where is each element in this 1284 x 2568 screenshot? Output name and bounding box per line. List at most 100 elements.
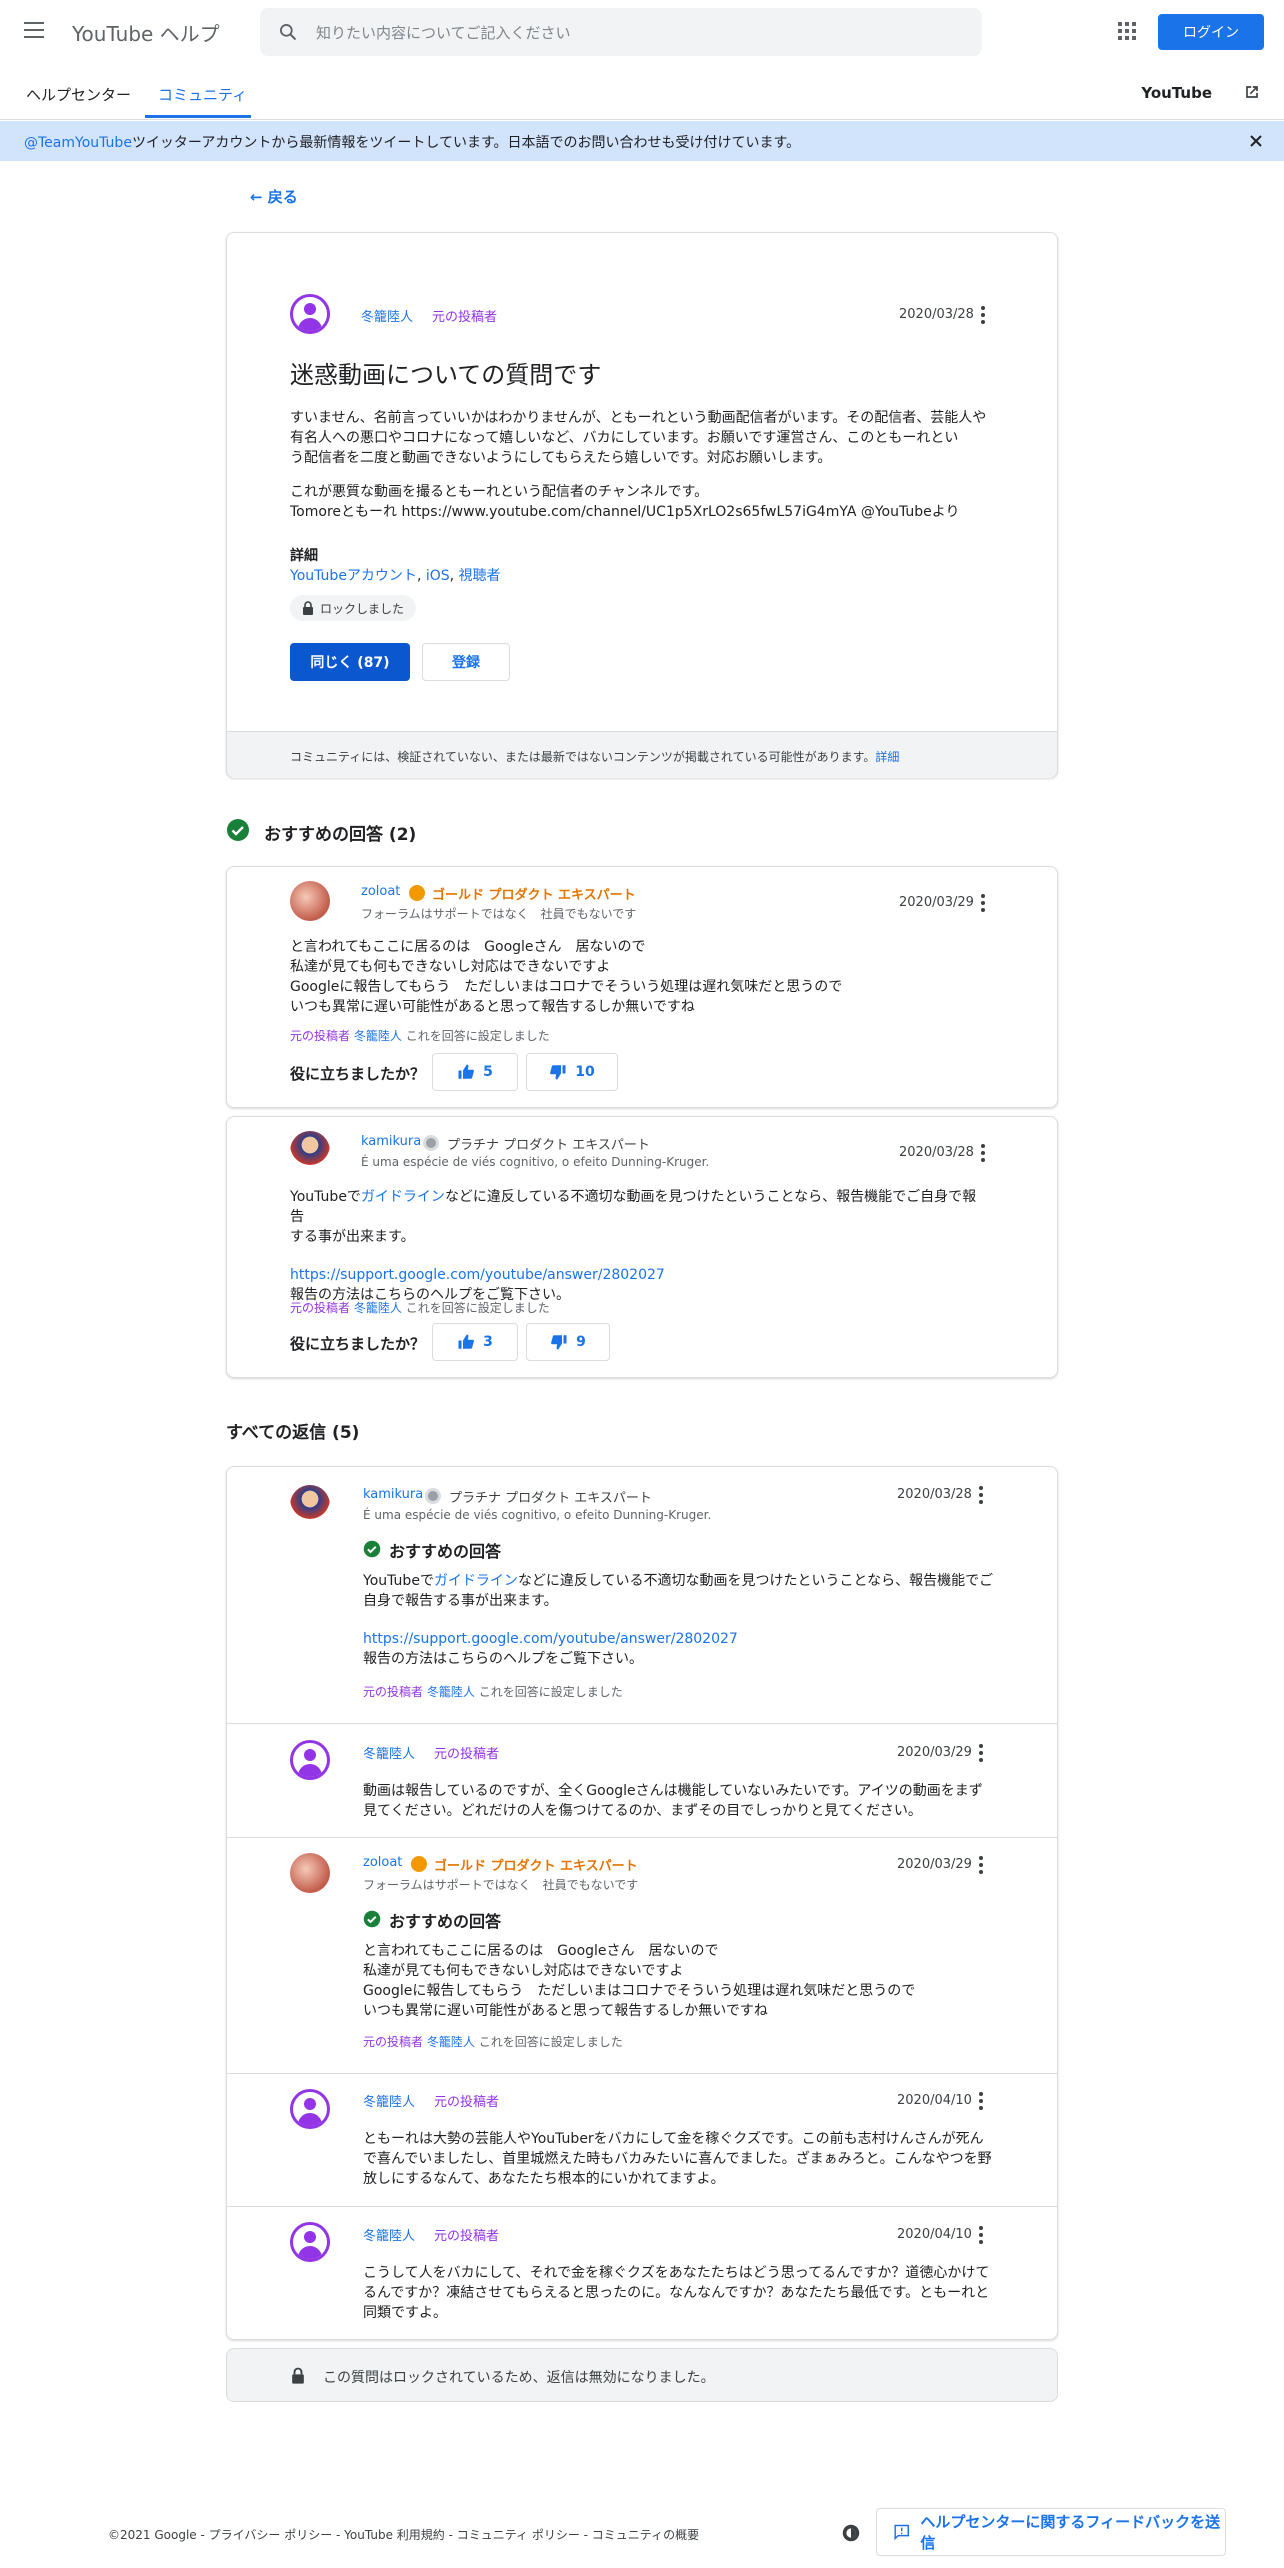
avatar: [290, 1740, 330, 1780]
post-date: 2020/03/29: [897, 1857, 972, 1872]
more-options-icon[interactable]: [979, 1744, 983, 1762]
gold-expert-badge-icon: [409, 885, 425, 901]
thumbs-up-icon: [458, 1064, 475, 1079]
author-name[interactable]: zoloat: [363, 1855, 402, 1870]
author-name[interactable]: kamikura: [363, 1487, 423, 1502]
more-options-icon[interactable]: [979, 2226, 983, 2244]
detail-link-viewer[interactable]: 視聴者: [459, 568, 501, 584]
post-date: 2020/04/10: [897, 2227, 972, 2242]
post-date: 2020/03/28: [899, 1145, 974, 1160]
author-tagline: É uma espécie de viés cognitivo, o efeit…: [363, 1508, 712, 1522]
check-circle-icon: [363, 1910, 381, 1928]
recommended-label: おすすめの回答: [389, 1912, 502, 1931]
detail-links: YouTubeアカウント, iOS, 視聴者: [290, 568, 501, 584]
recommended-answer-card: zoloat ゴールド プロダクト エキスパート フォーラムはサポートではなく …: [226, 866, 1058, 1108]
recommended-answer-card: kamikura プラチナ プロダクト エキスパート É uma espécie…: [226, 1116, 1058, 1378]
divider: [227, 2206, 1057, 2207]
footer-links[interactable]: ©2021 Google - プライバシー ポリシー - YouTube 利用規…: [108, 2526, 699, 2543]
author-name[interactable]: zoloat: [361, 884, 400, 899]
more-options-icon[interactable]: [979, 1486, 983, 1504]
question-card: 冬籠陸人 元の投稿者 2020/03/28 迷惑動画についての質問です すいませ…: [226, 232, 1058, 778]
apps-grid-icon[interactable]: [1118, 22, 1136, 40]
more-options-icon[interactable]: [979, 1856, 983, 1874]
thumbs-up-button[interactable]: 5: [432, 1053, 518, 1091]
recommended-label: おすすめの回答: [389, 1542, 502, 1561]
search-box[interactable]: 知りたい内容についてご記入ください: [260, 8, 982, 56]
disclaimer-link[interactable]: 詳細: [875, 750, 899, 764]
author-name[interactable]: 冬籠陸人: [363, 2225, 415, 2244]
answer-body: YouTubeでガイドラインなどに違反している不適切な動画を見つけたということな…: [290, 1187, 990, 1305]
open-external-icon[interactable]: [1242, 82, 1262, 102]
author-tagline: フォーラムはサポートではなく 社員でもないです: [361, 907, 637, 921]
top-bar: YouTube ヘルプ 知りたい内容についてご記入ください ログイン: [0, 0, 1284, 64]
marked-answer-note: 元の投稿者 冬籠陸人 これを回答に設定しました: [363, 1685, 623, 1699]
author-name[interactable]: kamikura: [361, 1134, 421, 1149]
detail-link-ios[interactable]: iOS: [426, 568, 450, 584]
post-date: 2020/03/29: [897, 1745, 972, 1760]
more-options-icon[interactable]: [981, 306, 985, 324]
disclaimer-bar: コミュニティには、検証されていない、または最新ではないコンテンツが掲載されている…: [227, 731, 1057, 778]
marked-answer-note: 元の投稿者 冬籠陸人 これを回答に設定しました: [290, 1301, 550, 1315]
thumbs-down-icon: [551, 1335, 567, 1350]
author-tagline: É uma espécie de viés cognitivo, o efeit…: [361, 1155, 710, 1169]
same-question-button[interactable]: 同じく (87): [290, 643, 410, 681]
avatar: [290, 1131, 330, 1171]
locked-chip: ロックしました: [290, 595, 417, 621]
back-link[interactable]: ← 戻る: [250, 186, 298, 207]
brightness-icon[interactable]: [840, 2522, 862, 2544]
brand-title[interactable]: YouTube ヘルプ: [72, 18, 220, 47]
avatar: [290, 294, 330, 334]
check-circle-icon: [227, 819, 249, 841]
op-label: 元の投稿者: [432, 310, 498, 325]
divider: [227, 2073, 1057, 2074]
avatar: [290, 1485, 330, 1525]
tab-help-center[interactable]: ヘルプセンター: [26, 84, 131, 105]
locked-notice: この質問はロックされているため、返信は無効になりました。: [226, 2348, 1058, 2402]
login-button[interactable]: ログイン: [1158, 14, 1264, 50]
lock-icon: [292, 2367, 304, 2384]
footer: ©2021 Google - プライバシー ポリシー - YouTube 利用規…: [0, 2500, 1284, 2568]
search-icon: [280, 24, 297, 41]
marked-answer-note: 元の投稿者 冬籠陸人 これを回答に設定しました: [290, 1029, 550, 1043]
menu-icon[interactable]: [24, 22, 44, 38]
recommended-title: おすすめの回答 (2): [264, 825, 417, 845]
support-url-link[interactable]: https://support.google.com/youtube/answe…: [290, 1265, 990, 1285]
subscribe-button[interactable]: 登録: [422, 643, 510, 681]
author-name[interactable]: 冬籠陸人: [363, 2091, 415, 2110]
author-tagline: フォーラムはサポートではなく 社員でもないです: [363, 1878, 639, 1892]
tab-community[interactable]: コミュニティ: [158, 84, 247, 105]
check-circle-icon: [363, 1540, 381, 1558]
feedback-icon: [894, 2524, 909, 2541]
answer-body: と言われてもここに居るのは Googleさん 居ないので 私達が見ても何もできない…: [290, 939, 843, 1015]
lock-icon: [303, 601, 313, 615]
feedback-button[interactable]: ヘルプセンターに関するフィードバックを送信: [876, 2508, 1226, 2556]
reply-body: ともーれは大勢の芸能人やYouTuberをバカにして金を稼ぐクズです。この前も志…: [363, 2131, 992, 2187]
author-name[interactable]: 冬籠陸人: [363, 1743, 415, 1762]
expert-level: ゴールド プロダクト エキスパート: [434, 1859, 638, 1874]
close-icon[interactable]: [1246, 131, 1266, 151]
more-options-icon[interactable]: [981, 1144, 985, 1162]
thumbs-up-button[interactable]: 3: [432, 1323, 518, 1361]
replies-card: kamikura プラチナ プロダクト エキスパート É uma espécie…: [226, 1466, 1058, 2340]
search-input[interactable]: 知りたい内容についてご記入ください: [316, 22, 571, 43]
youtube-link[interactable]: YouTube: [1141, 84, 1212, 102]
details-label: 詳細: [290, 548, 318, 564]
more-options-icon[interactable]: [981, 894, 985, 912]
avatar: [290, 2089, 330, 2129]
thumbs-down-button[interactable]: 9: [526, 1323, 610, 1361]
detail-link-account[interactable]: YouTubeアカウント: [290, 568, 417, 584]
support-url-link[interactable]: https://support.google.com/youtube/answe…: [363, 1629, 1003, 1649]
guidelines-link[interactable]: ガイドライン: [361, 1189, 445, 1205]
post-date: 2020/03/28: [899, 307, 974, 322]
post-date: 2020/04/10: [897, 2093, 972, 2108]
thumbs-down-icon: [550, 1065, 566, 1080]
banner-text: @TeamYouTubeツイッターアカウントから最新情報をツイートしています。日…: [24, 135, 801, 151]
post-date: 2020/03/29: [899, 895, 974, 910]
more-options-icon[interactable]: [979, 2092, 983, 2110]
author-name[interactable]: 冬籠陸人: [361, 306, 413, 325]
avatar: [290, 881, 330, 921]
announcement-banner: @TeamYouTubeツイッターアカウントから最新情報をツイートしています。日…: [0, 121, 1284, 161]
thumbs-down-button[interactable]: 10: [526, 1053, 618, 1091]
banner-handle-link[interactable]: @TeamYouTube: [24, 135, 132, 151]
guidelines-link[interactable]: ガイドライン: [434, 1573, 518, 1589]
